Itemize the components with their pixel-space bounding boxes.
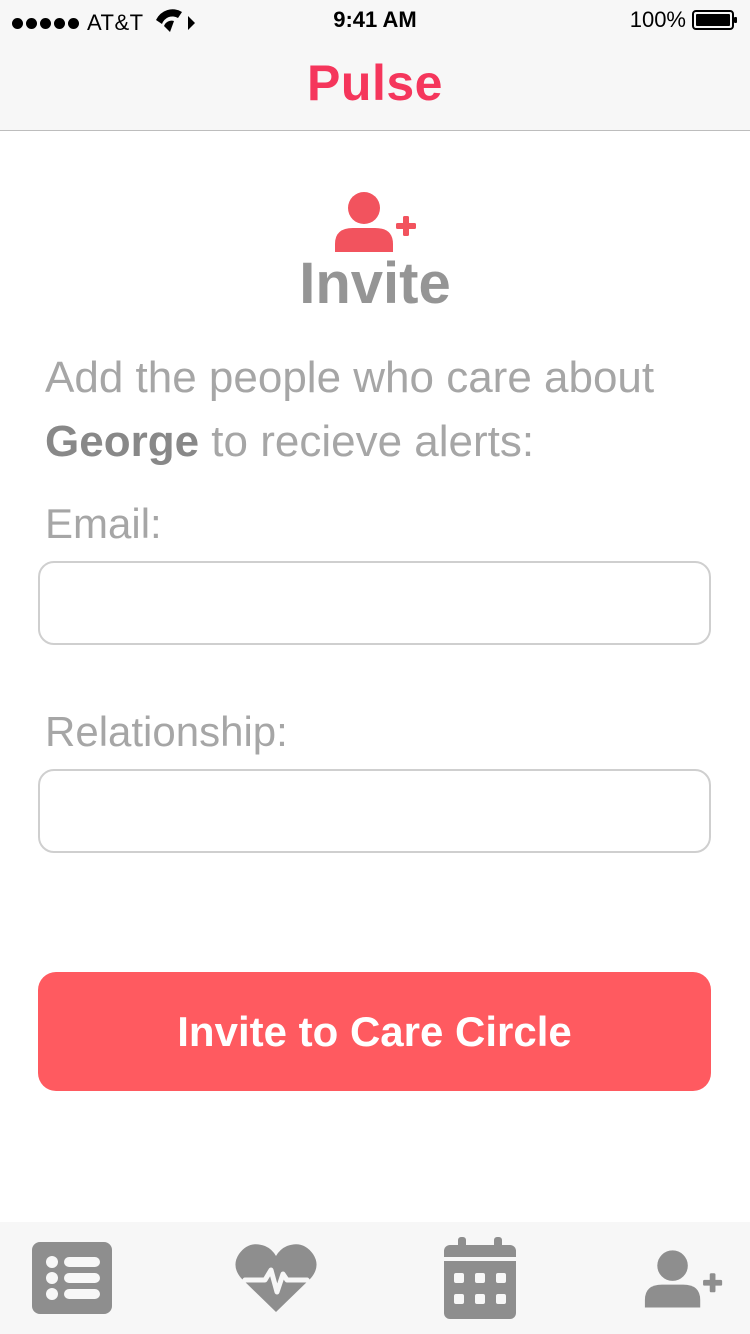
tab-list[interactable] (22, 1222, 122, 1334)
nav-bar: Pulse (0, 40, 750, 131)
user-plus-icon (335, 192, 416, 252)
relationship-label: Relationship: (45, 708, 288, 755)
invite-description: Add the people who care about George to … (45, 346, 705, 474)
relationship-field[interactable] (38, 769, 711, 853)
tab-health[interactable] (226, 1222, 326, 1334)
status-right: 100% (630, 7, 738, 33)
tab-invite[interactable] (634, 1222, 734, 1334)
patient-name: George (45, 417, 200, 466)
page-heading: Invite (299, 251, 451, 316)
tab-calendar[interactable] (430, 1222, 530, 1334)
email-label: Email: (45, 500, 162, 547)
battery-percent: 100% (629, 7, 686, 32)
list-icon (32, 1242, 112, 1314)
email-field[interactable] (38, 561, 711, 645)
user-plus-icon (644, 1250, 723, 1308)
invite-screen: AT&T 9:41 AM 100% Pulse Invite Add the p… (0, 0, 750, 1334)
calendar-icon (444, 1237, 516, 1319)
status-bar: AT&T 9:41 AM 100% (0, 0, 750, 40)
description-text-start: Add the people who care about (45, 353, 655, 402)
invite-to-care-circle-button[interactable]: Invite to Care Circle (38, 972, 711, 1091)
app-title: Pulse (307, 55, 443, 111)
heart-pulse-icon (235, 1244, 317, 1312)
battery-icon (692, 10, 737, 30)
tab-bar (0, 1222, 750, 1334)
description-text-end: to recieve alerts: (211, 417, 535, 466)
